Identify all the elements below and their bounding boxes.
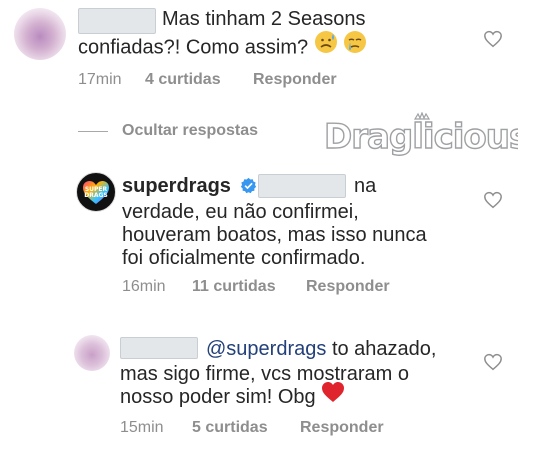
likes-count[interactable]: 5 curtidas [192, 419, 268, 437]
draglicious-watermark: Draglicious [323, 112, 518, 158]
redacted-username [120, 337, 198, 359]
divider-line [78, 130, 108, 132]
watermark-text: Draglicious [324, 117, 518, 157]
reply-button[interactable]: Responder [253, 71, 337, 89]
verified-badge-icon [240, 177, 256, 193]
comment-time[interactable]: 15min [120, 419, 164, 437]
comment-meta: 17min 4 curtidas Responder [78, 71, 378, 91]
redacted-username [78, 8, 156, 34]
comment-text-line: nosso poder sim! Obg [120, 381, 345, 411]
comment-text-line: foi oficialmente confirmado. [122, 247, 366, 269]
sad-sweat-emoji [314, 30, 338, 62]
mention-superdrags[interactable]: @superdrags [206, 338, 326, 360]
commenter-avatar[interactable] [74, 335, 110, 371]
like-heart-icon[interactable] [483, 30, 503, 48]
comment-text: @superdrags to ahazado, [206, 338, 437, 360]
like-heart-icon[interactable] [483, 191, 503, 209]
superdrags-logo-icon: SUPER DRAGS [83, 181, 109, 204]
commenter-avatar[interactable] [14, 8, 66, 60]
comment-text: na [354, 175, 377, 197]
redacted-mention [258, 174, 346, 198]
reply-button[interactable]: Responder [306, 278, 390, 296]
logo-text-drags: DRAGS [84, 192, 108, 199]
hide-replies-label[interactable]: Ocultar respostas [122, 122, 258, 140]
like-heart-icon[interactable] [483, 353, 503, 371]
comment-header: superdrags [122, 173, 257, 200]
reply-button[interactable]: Responder [300, 419, 384, 437]
superdrags-avatar[interactable]: SUPER DRAGS [76, 172, 116, 212]
likes-count[interactable]: 4 curtidas [145, 71, 221, 89]
comment-meta: 16min 11 curtidas Responder [122, 278, 422, 298]
comment-text: Mas tinham 2 Seasons [162, 8, 366, 30]
likes-count[interactable]: 11 curtidas [192, 278, 276, 296]
comment-time[interactable]: 17min [78, 71, 122, 89]
red-heart-emoji [321, 381, 345, 411]
hide-replies-toggle[interactable]: Ocultar respostas [78, 122, 258, 140]
comment-meta: 15min 5 curtidas Responder [120, 419, 420, 439]
comment-text-line: confiadas?! Como assim? [78, 31, 367, 62]
username-superdrags[interactable]: superdrags [122, 175, 231, 197]
comment-time[interactable]: 16min [122, 278, 166, 296]
crying-emoji [343, 30, 367, 62]
